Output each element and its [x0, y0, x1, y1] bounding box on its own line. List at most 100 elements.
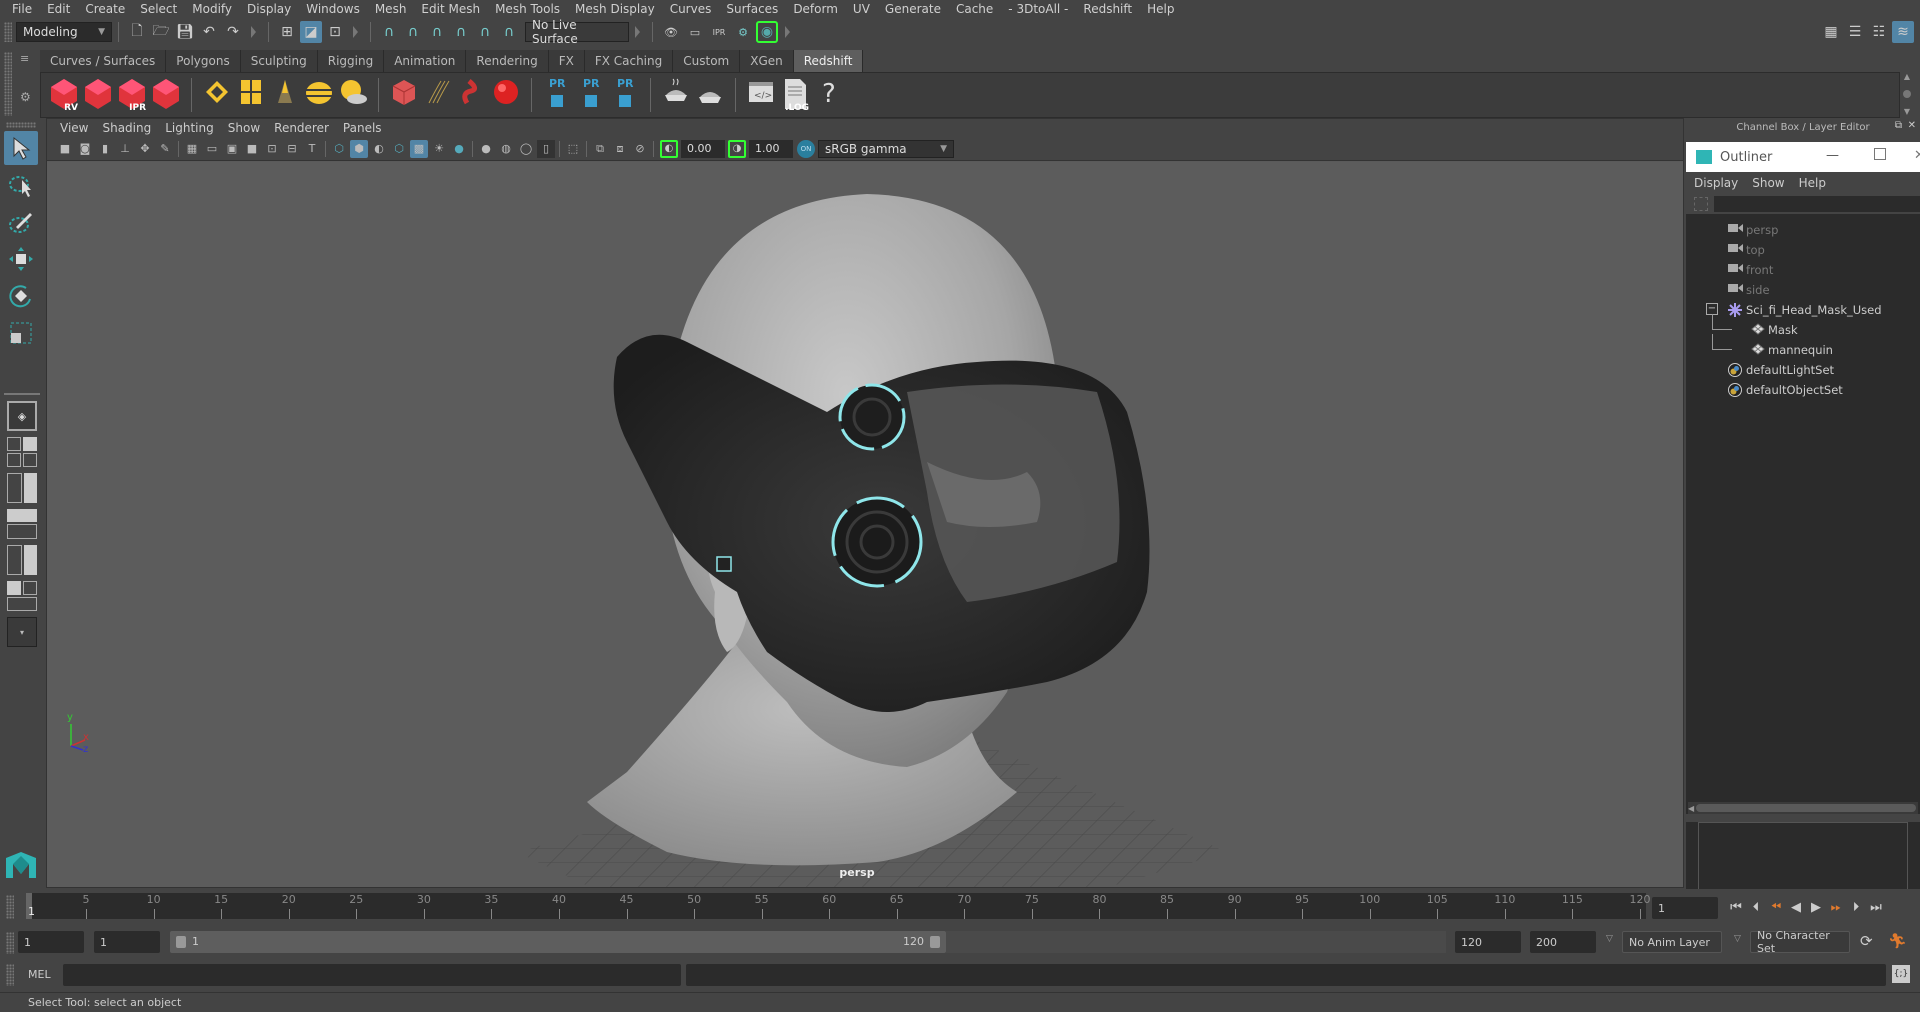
- hypershade-persp-layout-button[interactable]: [7, 545, 37, 575]
- snap-to-curve-icon[interactable]: ∩: [402, 21, 424, 43]
- smooth-shade-icon[interactable]: ⬢: [350, 139, 368, 158]
- shelf-tab-polygons[interactable]: Polygons: [166, 50, 241, 72]
- ipr-render-icon[interactable]: IPR: [708, 21, 730, 43]
- gate-mask-icon[interactable]: ■: [243, 140, 261, 158]
- multisample-aa-icon[interactable]: ◯: [517, 140, 535, 158]
- menu-display[interactable]: Display: [241, 2, 300, 16]
- move-tool[interactable]: [4, 242, 38, 276]
- menu-select[interactable]: Select: [134, 2, 186, 16]
- animation-start-field[interactable]: 1: [18, 931, 84, 953]
- menu-mesh-tools[interactable]: Mesh Tools: [489, 2, 569, 16]
- gamma-toggle-icon[interactable]: ◑: [728, 139, 746, 158]
- view-transform-dropdown[interactable]: sRGB gamma ▼: [818, 139, 954, 158]
- shelf-tab-curves-surfaces[interactable]: Curves / Surfaces: [40, 50, 167, 72]
- menu-3dtoall[interactable]: - 3DtoAll -: [1002, 2, 1077, 16]
- status-line-grip[interactable]: [4, 22, 12, 42]
- menu-windows[interactable]: Windows: [300, 2, 369, 16]
- outliner-menu-help[interactable]: Help: [1799, 176, 1834, 190]
- redshift-dome-light-button[interactable]: [303, 77, 335, 113]
- redo-icon[interactable]: ↷: [222, 21, 244, 43]
- undo-icon[interactable]: ↶: [198, 21, 220, 43]
- lasso-tool[interactable]: [4, 168, 38, 202]
- screen-space-ao-icon[interactable]: ●: [477, 140, 495, 158]
- shelf-tab-fx[interactable]: FX: [548, 50, 585, 72]
- menu-create[interactable]: Create: [79, 2, 134, 16]
- viewport-menu-panels[interactable]: Panels: [336, 121, 389, 135]
- playback-start-field[interactable]: 1: [94, 931, 160, 953]
- tool-settings-icon[interactable]: ☷: [1868, 21, 1890, 43]
- range-start-handle[interactable]: [176, 936, 186, 948]
- viewport-menu-view[interactable]: View: [53, 121, 95, 135]
- playback-end-field[interactable]: 120: [1455, 931, 1521, 953]
- make-live-icon[interactable]: ∩: [498, 21, 520, 43]
- toolbox-grip[interactable]: [6, 122, 36, 128]
- layout-options-button[interactable]: ▾: [7, 617, 37, 647]
- wireframe-icon[interactable]: ⬡: [330, 140, 348, 158]
- xray-joints-icon[interactable]: ⊘: [631, 140, 649, 158]
- step-back-key-icon[interactable]: ⏴: [1746, 897, 1766, 917]
- safe-action-icon[interactable]: ⊟: [283, 140, 301, 158]
- depth-of-field-icon[interactable]: ▯: [537, 139, 555, 158]
- redshift-render-view-button[interactable]: RV: [48, 77, 80, 113]
- use-all-lights-icon[interactable]: ☀: [430, 140, 448, 158]
- scroll-handle[interactable]: [1903, 90, 1911, 98]
- xray-active-components-icon[interactable]: ⧈: [611, 140, 629, 158]
- play-backward-icon[interactable]: ◀: [1786, 897, 1806, 917]
- viewport-menu-lighting[interactable]: Lighting: [158, 121, 221, 135]
- 3d-viewport[interactable]: y x z persp: [47, 162, 1683, 887]
- persp-graph-layout-button[interactable]: [7, 509, 37, 539]
- select-by-object-icon[interactable]: ◪: [300, 21, 322, 43]
- viewport-menu-shading[interactable]: Shading: [95, 121, 158, 135]
- outliner-menu-display[interactable]: Display: [1694, 176, 1746, 190]
- close-icon[interactable]: ✕: [1914, 148, 1920, 163]
- outliner-item[interactable]: defaultLightSet: [1686, 360, 1920, 380]
- save-scene-icon[interactable]: 💾︎: [174, 21, 196, 43]
- exposure-field[interactable]: 0.00: [681, 139, 725, 158]
- isolate-select-icon[interactable]: ⬚: [564, 140, 582, 158]
- step-forward-frame-icon[interactable]: ⏩︎: [1826, 897, 1846, 917]
- redshift-volume-button[interactable]: [388, 77, 420, 113]
- xray-icon[interactable]: ⧉: [591, 140, 609, 158]
- workspace-mode-dropdown[interactable]: Modeling ▼: [16, 22, 112, 42]
- redshift-render-settings-button[interactable]: [150, 77, 182, 113]
- script-language-toggle[interactable]: MEL: [28, 968, 51, 981]
- scroll-up-icon[interactable]: ▲: [1904, 72, 1910, 81]
- go-to-end-icon[interactable]: ⏭: [1866, 897, 1886, 917]
- scale-tool[interactable]: [4, 316, 38, 350]
- outliner-menu-show[interactable]: Show: [1752, 176, 1792, 190]
- paint-select-tool[interactable]: [4, 205, 38, 239]
- menu-mesh-display[interactable]: Mesh Display: [569, 2, 664, 16]
- shelf-tab-custom[interactable]: Custom: [673, 50, 741, 72]
- menu-cache[interactable]: Cache: [950, 2, 1002, 16]
- time-slider-grip[interactable]: [6, 895, 14, 919]
- shelf-tab-sculpting[interactable]: Sculpting: [240, 50, 318, 72]
- persp-outliner-graph-layout-button[interactable]: [7, 581, 37, 611]
- menu-redshift[interactable]: Redshift: [1077, 2, 1141, 16]
- shelf-tab-rigging[interactable]: Rigging: [317, 50, 385, 72]
- script-editor-icon[interactable]: {;}: [1892, 965, 1910, 983]
- time-ruler[interactable]: 1 5 10 15 20 25 30 35 40 45 50 55 60 65 70 75 80 85 90 95 1…: [26, 893, 1651, 919]
- redshift-sun-sky-button[interactable]: [337, 77, 369, 113]
- bookmarks-icon[interactable]: ▮: [96, 140, 114, 158]
- viewport-menu-renderer[interactable]: Renderer: [267, 121, 336, 135]
- film-gate-icon[interactable]: ▭: [203, 140, 221, 158]
- collapse-arrow-icon[interactable]: [635, 26, 640, 38]
- collapse-arrow-icon[interactable]: [353, 26, 358, 38]
- modeling-toolkit-icon[interactable]: ▦: [1820, 21, 1842, 43]
- outliner-item[interactable]: front: [1686, 260, 1920, 280]
- step-forward-key-icon[interactable]: ⏵: [1846, 897, 1866, 917]
- attribute-editor-icon[interactable]: ☰: [1844, 21, 1866, 43]
- new-scene-icon[interactable]: 🗋: [126, 21, 148, 43]
- snap-to-view-plane-icon[interactable]: ∩: [474, 21, 496, 43]
- render-view-icon[interactable]: 👁︎: [660, 21, 682, 43]
- snap-to-projected-center-icon[interactable]: ∩: [450, 21, 472, 43]
- shadows-icon[interactable]: ●: [450, 140, 468, 158]
- 2d-pan-zoom-icon[interactable]: ✥: [136, 140, 154, 158]
- snap-to-grid-icon[interactable]: ∩: [378, 21, 400, 43]
- anim-layer-dropdown[interactable]: No Anim Layer: [1622, 931, 1722, 953]
- open-scene-icon[interactable]: 🗁: [150, 21, 172, 43]
- command-line-grip[interactable]: [6, 964, 14, 986]
- menu-mesh[interactable]: Mesh: [369, 2, 416, 16]
- outliner-hscroll[interactable]: ◀: [1688, 802, 1918, 814]
- range-slider-grip[interactable]: [6, 932, 14, 954]
